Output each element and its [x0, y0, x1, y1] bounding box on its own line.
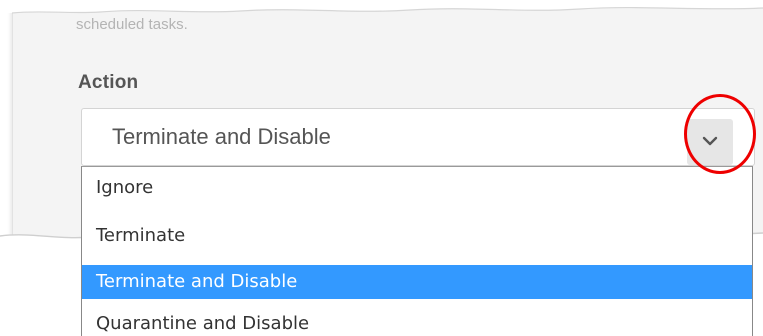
action-dropdown-list: Ignore Terminate Terminate and Disable Q… — [81, 166, 753, 336]
option-ignore[interactable]: Ignore — [82, 171, 752, 205]
description-text: scheduled tasks. — [76, 16, 188, 33]
option-terminate-and-disable[interactable]: Terminate and Disable — [82, 265, 752, 299]
action-label: Action — [78, 72, 139, 93]
option-quarantine-and-disable[interactable]: Quarantine and Disable — [82, 307, 752, 336]
option-terminate[interactable]: Terminate — [82, 219, 752, 253]
action-select-value: Terminate and Disable — [112, 124, 331, 149]
action-select[interactable]: Terminate and Disable — [81, 108, 755, 166]
screenshot-stage: scheduled tasks. Action Terminate and Di… — [0, 0, 763, 336]
action-select-toggle-button[interactable] — [687, 119, 733, 165]
chevron-down-icon — [702, 136, 718, 146]
